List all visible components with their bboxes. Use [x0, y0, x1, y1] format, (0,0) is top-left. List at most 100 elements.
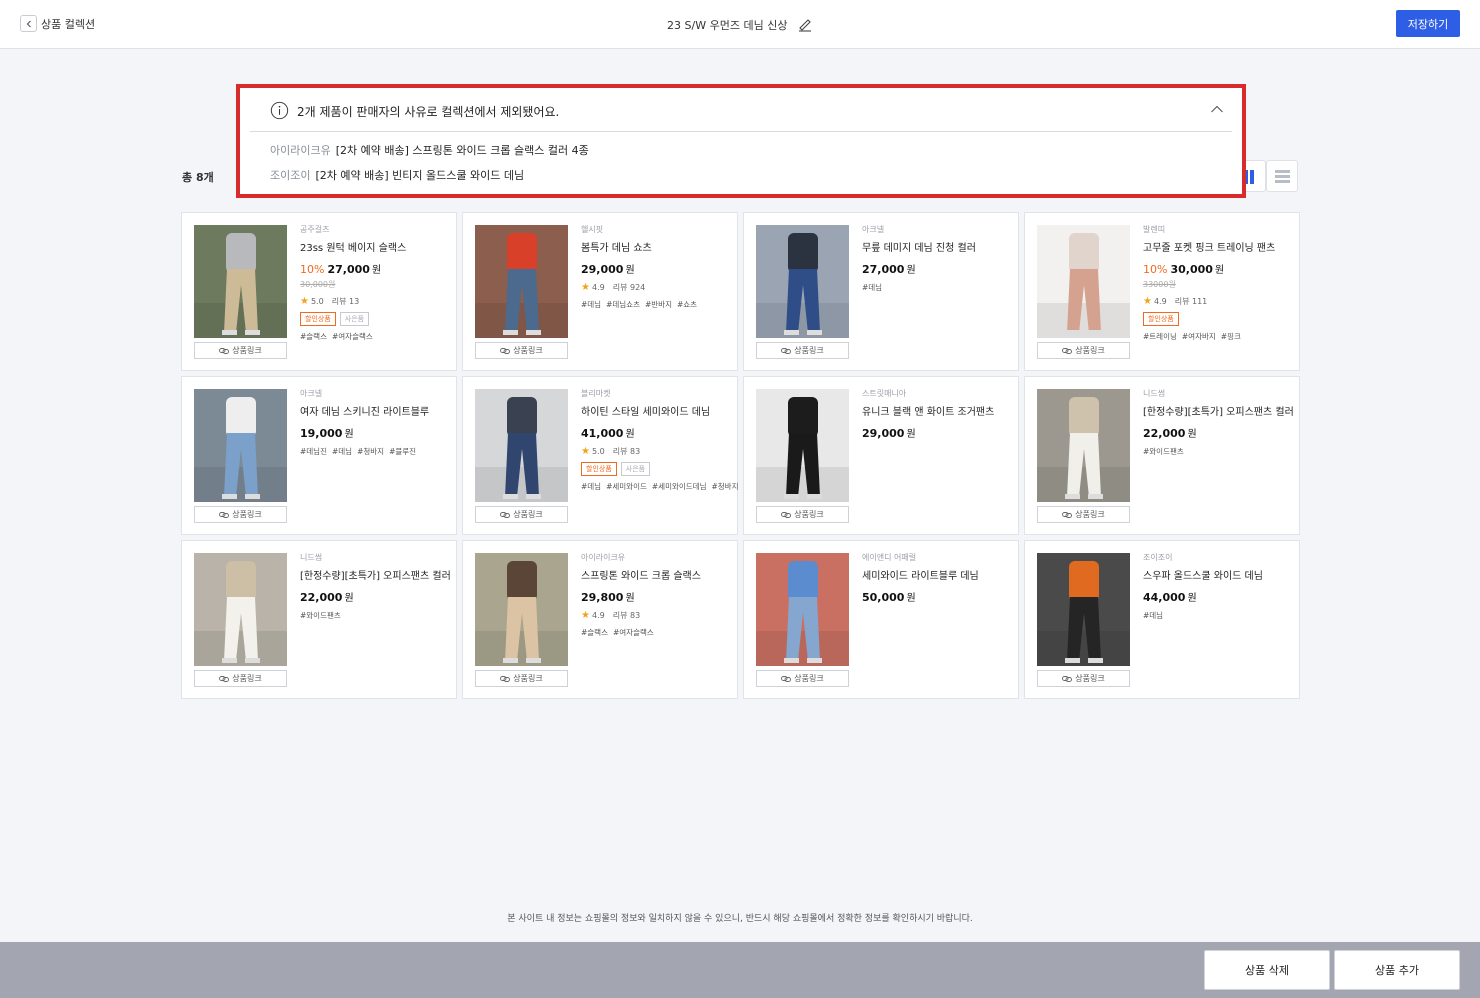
tag-list: #데님: [862, 282, 1014, 293]
product-card[interactable]: 상품링크 조이조이 스우파 올드스쿨 와이드 데님 44,000 원 #데님: [1024, 540, 1300, 699]
hashtag[interactable]: #세미와이드: [606, 482, 647, 491]
hashtag[interactable]: #반바지: [645, 300, 672, 309]
rating-row: ★ 4.9 리뷰 83: [581, 610, 733, 621]
price-value: 29,000: [581, 263, 624, 276]
product-image[interactable]: [1037, 553, 1130, 666]
review-label: 리뷰: [612, 611, 628, 620]
product-image[interactable]: [194, 553, 287, 666]
discount-rate: 10%: [1143, 263, 1168, 276]
hashtag[interactable]: #데님: [581, 482, 601, 491]
back-button[interactable]: [20, 15, 37, 32]
hashtag[interactable]: #슬랙스: [581, 628, 608, 637]
product-link-button[interactable]: 상품링크: [194, 342, 287, 359]
hashtag[interactable]: #데님진: [300, 447, 327, 456]
product-price: 10% 27,000 원: [300, 261, 452, 276]
product-image[interactable]: [756, 389, 849, 502]
rating-value: 4.9: [591, 283, 605, 292]
product-card[interactable]: 상품링크 공주걸즈 23ss 원턱 베이지 슬랙스 10% 27,000 원 30,000원…: [181, 212, 457, 371]
product-link-button[interactable]: 상품링크: [194, 506, 287, 523]
hashtag[interactable]: #여자슬랙스: [332, 332, 373, 341]
pencil-icon[interactable]: [797, 16, 813, 32]
hashtag[interactable]: #데님: [862, 283, 882, 292]
product-card[interactable]: 상품링크 니드썸 [한정수량][초특가] 오피스팬츠 컬러 22,000 원 #와이드팬츠: [181, 540, 457, 699]
product-image[interactable]: [1037, 389, 1130, 502]
product-name[interactable]: [한정수량][초특가] 오피스팬츠 컬러: [300, 567, 452, 582]
product-price: 19,000 원: [300, 425, 452, 440]
product-link-button[interactable]: 상품링크: [475, 506, 568, 523]
product-card[interactable]: 상품링크 아크넬 무릎 데미지 데님 진청 컬러 27,000 원 #데님: [743, 212, 1019, 371]
list-view-toggle[interactable]: [1266, 160, 1298, 192]
save-button[interactable]: 저장하기: [1396, 10, 1460, 37]
product-card[interactable]: 상품링크 발렌띠 고무줄 포켓 핑크 트레이닝 팬츠 10% 30,000 원 33000원…: [1024, 212, 1300, 371]
product-card[interactable]: 상품링크 스트릿매니아 유니크 블랙 앤 화이트 조거팬츠 29,000 원: [743, 376, 1019, 535]
product-name[interactable]: 여자 데님 스키니진 라이트블루: [300, 403, 452, 418]
product-link-button[interactable]: 상품링크: [1037, 342, 1130, 359]
list-view-icon: [1275, 170, 1290, 173]
price-value: 29,800: [581, 591, 624, 604]
product-image[interactable]: [194, 225, 287, 338]
product-name[interactable]: 무릎 데미지 데님 진청 컬러: [862, 239, 1014, 254]
product-card[interactable]: 상품링크 니드썸 [한정수량][초특가] 오피스팬츠 컬러 22,000 원 #와이드팬츠: [1024, 376, 1300, 535]
hashtag[interactable]: #쇼츠: [677, 300, 697, 309]
product-link-button[interactable]: 상품링크: [756, 342, 849, 359]
product-card[interactable]: 상품링크 에이앤디 어패럴 세미와이드 라이트블루 데님 50,000 원: [743, 540, 1019, 699]
hashtag[interactable]: #청바지: [711, 482, 738, 491]
product-link-button[interactable]: 상품링크: [756, 506, 849, 523]
product-name[interactable]: 23ss 원턱 베이지 슬랙스: [300, 239, 452, 254]
hashtag[interactable]: #데님쇼츠: [606, 300, 640, 309]
product-image[interactable]: [1037, 225, 1130, 338]
product-image[interactable]: [475, 553, 568, 666]
chevron-up-icon[interactable]: [1210, 104, 1224, 114]
product-card[interactable]: 상품링크 아크넬 여자 데님 스키니진 라이트블루 19,000 원 #데님진 #데님 #청바…: [181, 376, 457, 535]
notice-header[interactable]: 2개 제품이 판매자의 사유로 컬렉션에서 제외됐어요.: [250, 88, 1232, 132]
hashtag[interactable]: #핑크: [1221, 332, 1241, 341]
hashtag[interactable]: #와이드팬츠: [300, 611, 341, 620]
product-link-button[interactable]: 상품링크: [1037, 506, 1130, 523]
product-card[interactable]: 상품링크 헬시핏 봄특가 데님 쇼츠 29,000 원 ★ 4.9 리뷰 924 #데님 #데님쇼…: [462, 212, 738, 371]
notice-title: 2개 제품이 판매자의 사유로 컬렉션에서 제외됐어요.: [297, 105, 560, 119]
product-name[interactable]: 고무줄 포켓 핑크 트레이닝 팬츠: [1143, 239, 1295, 254]
hashtag[interactable]: #청바지: [357, 447, 384, 456]
product-name[interactable]: 세미와이드 라이트블루 데님: [862, 567, 1014, 582]
hashtag[interactable]: #여자바지: [1182, 332, 1216, 341]
product-link-button[interactable]: 상품링크: [475, 670, 568, 687]
delete-product-button[interactable]: 상품 삭제: [1204, 950, 1330, 990]
hashtag[interactable]: #데님: [332, 447, 352, 456]
product-image[interactable]: [756, 225, 849, 338]
hashtag[interactable]: #데님: [1143, 611, 1163, 620]
add-product-button[interactable]: 상품 추가: [1334, 950, 1460, 990]
price-value: 19,000: [300, 427, 343, 440]
currency-unit: 원: [906, 593, 916, 604]
product-price: 44,000 원: [1143, 589, 1295, 604]
product-image[interactable]: [475, 389, 568, 502]
product-card[interactable]: 상품링크 아이라이크유 스프링톤 와이드 크롭 슬랙스 29,800 원 ★ 4.9 리뷰 8…: [462, 540, 738, 699]
link-icon: [219, 675, 230, 682]
product-link-label: 상품링크: [1075, 674, 1105, 683]
product-link-button[interactable]: 상품링크: [756, 670, 849, 687]
product-card[interactable]: 상품링크 블리마켓 하이틴 스타일 세미와이드 데님 41,000 원 ★ 5.0 리뷰 83…: [462, 376, 738, 535]
product-name[interactable]: 유니크 블랙 앤 화이트 조거팬츠: [862, 403, 1014, 418]
product-brand: 니드썸: [300, 553, 323, 562]
product-image[interactable]: [475, 225, 568, 338]
product-link-button[interactable]: 상품링크: [1037, 670, 1130, 687]
product-name[interactable]: 봄특가 데님 쇼츠: [581, 239, 733, 254]
product-name[interactable]: 스우파 올드스쿨 와이드 데님: [1143, 567, 1295, 582]
review-label: 리뷰: [1174, 297, 1190, 306]
hashtag[interactable]: #트레이닝: [1143, 332, 1177, 341]
product-link-button[interactable]: 상품링크: [475, 342, 568, 359]
hashtag[interactable]: #슬랙스: [300, 332, 327, 341]
hashtag[interactable]: #세미와이드데님: [652, 482, 707, 491]
product-image[interactable]: [194, 389, 287, 502]
rating-row: ★ 5.0 리뷰 13: [300, 296, 452, 307]
product-name[interactable]: [한정수량][초특가] 오피스팬츠 컬러: [1143, 403, 1295, 418]
product-name[interactable]: 스프링톤 와이드 크롭 슬랙스: [581, 567, 733, 582]
breadcrumb-label[interactable]: 상품 컬렉션: [41, 16, 95, 32]
product-link-button[interactable]: 상품링크: [194, 670, 287, 687]
product-image[interactable]: [756, 553, 849, 666]
hashtag[interactable]: #와이드팬츠: [1143, 447, 1184, 456]
tag-list: #데님: [1143, 610, 1295, 621]
hashtag[interactable]: #데님: [581, 300, 601, 309]
hashtag[interactable]: #블루진: [389, 447, 416, 456]
product-name[interactable]: 하이틴 스타일 세미와이드 데님: [581, 403, 733, 418]
hashtag[interactable]: #여자슬랙스: [613, 628, 654, 637]
